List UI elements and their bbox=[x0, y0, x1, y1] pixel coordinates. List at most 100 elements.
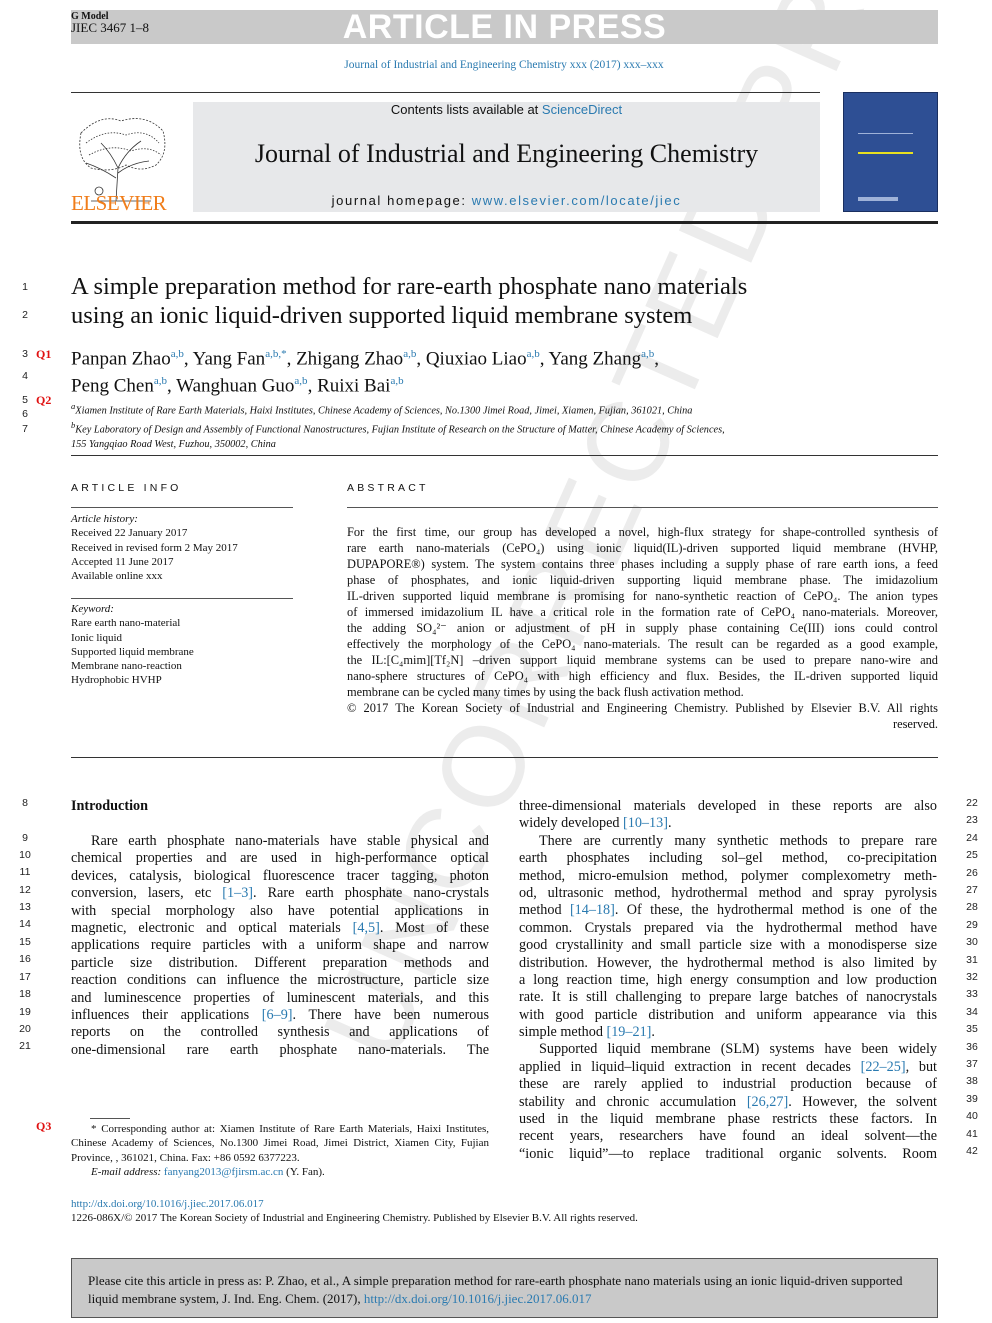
line-number: 9 bbox=[22, 832, 28, 844]
body-text-line: chemical properties and are used in high… bbox=[71, 850, 489, 867]
keywords-rule bbox=[71, 598, 293, 599]
line-number: 40 bbox=[966, 1110, 978, 1123]
author-affiliation-marker[interactable]: a,b bbox=[403, 348, 416, 360]
contents-line: Contents lists available at ScienceDirec… bbox=[193, 102, 820, 118]
cite-doi-link[interactable]: http://dx.doi.org/10.1016/j.jiec.2017.06… bbox=[364, 1291, 592, 1306]
author-affiliation-marker[interactable]: a,b bbox=[641, 348, 654, 360]
line-number: 3 bbox=[22, 348, 28, 360]
body-text-line: distribution. However, the hydrothermal … bbox=[519, 954, 937, 971]
cover-title-block bbox=[858, 133, 913, 154]
citation-link[interactable]: [1–3] bbox=[222, 885, 253, 901]
body-text-line: simple method [19–21]. bbox=[519, 1024, 655, 1041]
line-number: 8 bbox=[22, 797, 28, 809]
body-text-line: applied in liquid–liquid extraction in r… bbox=[519, 1058, 937, 1075]
line-number: 19 bbox=[19, 1006, 31, 1018]
homepage-line: journal homepage: www.elsevier.com/locat… bbox=[193, 193, 820, 208]
homepage-link[interactable]: www.elsevier.com/locate/jiec bbox=[472, 193, 682, 208]
author-name: Yang Fan bbox=[192, 348, 266, 370]
email-line: E-mail address: fanyang2013@fjirsm.ac.cn… bbox=[71, 1165, 489, 1179]
author-name: Wanghuan Guo bbox=[176, 375, 295, 397]
history-item: Received in revised form 2 May 2017 bbox=[71, 541, 238, 554]
line-number: 13 bbox=[19, 901, 31, 913]
author-affiliation-marker[interactable]: a,b bbox=[390, 375, 403, 387]
affiliation-a: aXiamen Institute of Rare Earth Material… bbox=[71, 401, 693, 417]
author-name: Panpan Zhao bbox=[71, 348, 171, 370]
body-text-line: There are currently many synthetic metho… bbox=[539, 832, 937, 849]
line-number: 32 bbox=[966, 971, 978, 983]
query-marker-q1[interactable]: Q1 bbox=[36, 347, 51, 362]
affiliation-b-cont: 155 Yangqiao Road West, Fuzhou, 350002, … bbox=[71, 438, 276, 450]
history-label: Article history: bbox=[71, 513, 138, 525]
body-text-line: rate. It is still challenging to prepare… bbox=[519, 989, 937, 1006]
elsevier-wordmark: ELSEVIER bbox=[71, 191, 167, 215]
body-text-line: Supported liquid membrane (SLM) systems … bbox=[539, 1041, 937, 1058]
line-number: 2 bbox=[22, 309, 28, 321]
citation-link[interactable]: [14–18] bbox=[570, 902, 615, 918]
author-affiliation-marker[interactable]: a,b bbox=[527, 348, 540, 360]
abstract-line: rare earth nano-materials (CePO₄) using … bbox=[347, 541, 938, 555]
citation-link[interactable]: [10–13] bbox=[623, 815, 668, 831]
email-suffix: (Y. Fan). bbox=[283, 1165, 325, 1178]
journal-banner: Contents lists available at ScienceDirec… bbox=[193, 102, 820, 212]
body-left-column: Rare earth phosphate nano-materials have… bbox=[71, 833, 489, 1059]
section-divider bbox=[71, 455, 938, 456]
body-text-line: reports on the controlled synthesis and … bbox=[71, 1024, 489, 1041]
cite-this-article-box: Please cite this article in press as: P.… bbox=[71, 1258, 938, 1318]
body-text-line: reaction conditions can influence the mi… bbox=[71, 972, 489, 989]
line-number: 29 bbox=[966, 918, 978, 931]
body-text-line: and luminescence properties of luminesce… bbox=[71, 989, 489, 1006]
sciencedirect-link[interactable]: ScienceDirect bbox=[542, 102, 622, 117]
citation-link[interactable]: [19–21] bbox=[606, 1024, 651, 1040]
citation-link[interactable]: [6–9] bbox=[262, 1007, 293, 1023]
journal-reference-link[interactable]: Journal of Industrial and Engineering Ch… bbox=[0, 59, 992, 71]
line-number: 33 bbox=[966, 988, 978, 1001]
line-number: 34 bbox=[966, 1005, 978, 1018]
body-text-line: magnetic, electronic and optical materia… bbox=[71, 919, 489, 936]
body-text-line: influences their applications [6–9]. The… bbox=[71, 1006, 489, 1023]
author-affiliation-marker[interactable]: a,b bbox=[171, 348, 184, 360]
author-affiliation-marker[interactable]: a,b bbox=[294, 375, 307, 387]
journal-cover-image bbox=[843, 92, 938, 212]
citation-link[interactable]: [26,27] bbox=[747, 1094, 788, 1110]
body-text-line: Rare earth phosphate nano-materials have… bbox=[91, 833, 489, 849]
line-number: 7 bbox=[22, 423, 28, 435]
line-number: 15 bbox=[19, 936, 31, 948]
doi-link[interactable]: http://dx.doi.org/10.1016/j.jiec.2017.06… bbox=[71, 1198, 264, 1210]
line-number: 11 bbox=[19, 866, 31, 878]
line-number: 38 bbox=[966, 1075, 978, 1088]
body-text-line: three-dimensional materials developed in… bbox=[519, 798, 937, 814]
author-line: Peng Chena,b, Wanghuan Guoa,b, Ruixi Bai… bbox=[71, 375, 404, 397]
body-text-line: od, ultrasonic method, hydrothermal meth… bbox=[519, 884, 937, 901]
query-marker-q2[interactable]: Q2 bbox=[36, 393, 51, 408]
history-item: Available online xxx bbox=[71, 570, 163, 583]
author-affiliation-marker[interactable]: a,b bbox=[154, 375, 167, 387]
abstract-bottom-rule bbox=[71, 757, 938, 758]
affiliation-b: bKey Laboratory of Design and Assembly o… bbox=[71, 420, 725, 436]
body-text-line: used in the liquid membrane phase restri… bbox=[519, 1111, 937, 1128]
abstract-line: membrane can be cycled many times by usi… bbox=[347, 685, 744, 699]
query-marker-q3[interactable]: Q3 bbox=[36, 1119, 51, 1134]
body-text-line: applications require particles with a un… bbox=[71, 937, 489, 954]
abstract-line: effectively the morphology of the CePO₄ … bbox=[347, 637, 938, 651]
email-link[interactable]: fanyang2013@fjirsm.ac.cn bbox=[164, 1166, 283, 1178]
keyword-item: Membrane nano-reaction bbox=[71, 660, 182, 673]
author-affiliation-marker[interactable]: a,b,* bbox=[265, 348, 286, 360]
keywords: Keyword: Rare earth nano-material Ionic … bbox=[71, 602, 194, 688]
author-name: Ruixi Bai bbox=[317, 375, 391, 397]
line-number: 27 bbox=[966, 884, 978, 896]
line-number: 23 bbox=[966, 814, 978, 827]
citation-link[interactable]: [4,5] bbox=[353, 920, 380, 936]
homepage-prefix: journal homepage: bbox=[331, 193, 472, 208]
line-number: 42 bbox=[966, 1145, 978, 1157]
history-item: Accepted 11 June 2017 bbox=[71, 555, 174, 568]
line-number: 24 bbox=[966, 831, 978, 844]
body-text-line: earth phosphates including sol–gel metho… bbox=[519, 850, 937, 867]
cite-text: Please cite this article in press as: P.… bbox=[88, 1272, 928, 1307]
body-text-line: particle size distribution. Different pr… bbox=[71, 954, 489, 971]
keyword-item: Rare earth nano-material bbox=[71, 617, 181, 630]
footnote: * Corresponding author at: Xiamen Instit… bbox=[71, 1122, 489, 1179]
line-number: 35 bbox=[966, 1023, 978, 1036]
citation-link[interactable]: [22–25] bbox=[861, 1059, 906, 1075]
body-text-line: one-dimensional rare earth phosphate nan… bbox=[71, 1041, 489, 1058]
line-number: 30 bbox=[966, 936, 978, 949]
